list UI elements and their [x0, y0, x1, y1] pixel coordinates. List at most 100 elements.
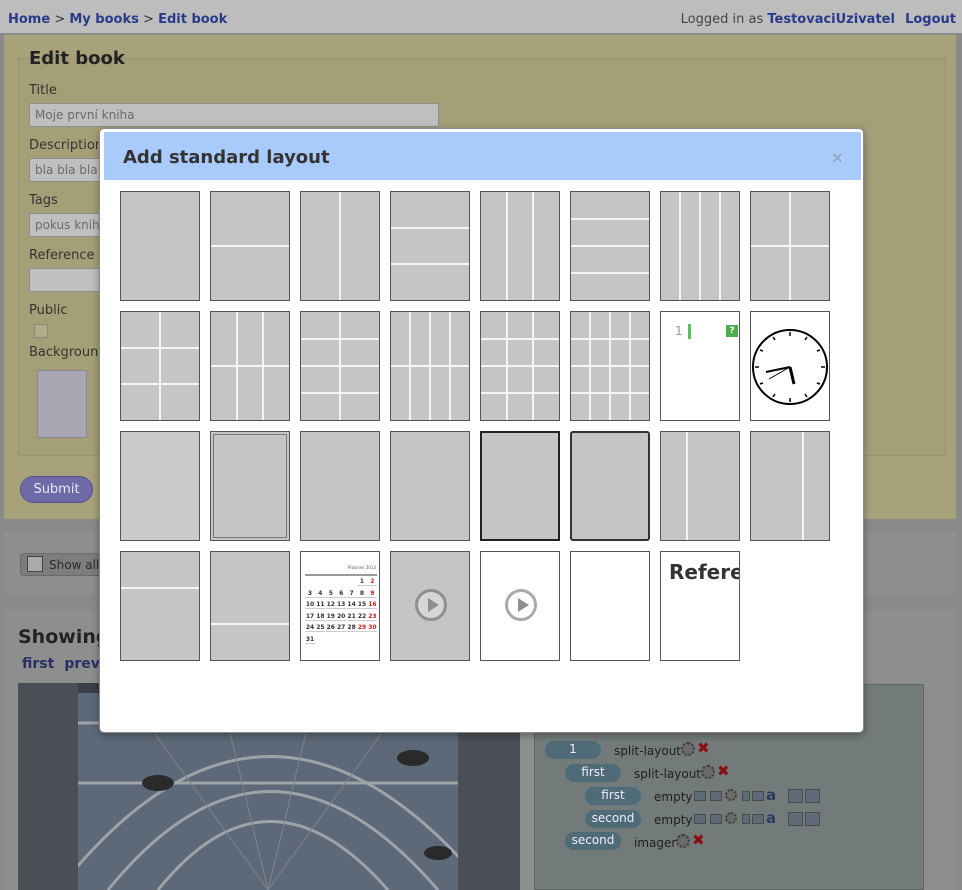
title-label: Title: [29, 83, 57, 98]
breadcrumb: Home > My books > Edit book: [8, 12, 227, 27]
breadcrumb-edit-book-link[interactable]: Edit book: [158, 12, 227, 27]
layout-option-border-rounded[interactable]: [570, 431, 650, 541]
layout-option-grid-3x2[interactable]: [210, 311, 290, 421]
layout-option-grid-4x2[interactable]: [390, 311, 470, 421]
layout-option-grid-3x4[interactable]: [480, 311, 560, 421]
settings-gear-icon[interactable]: [676, 834, 690, 848]
tree-node-name: empty: [654, 790, 693, 804]
breadcrumb-my-books-link[interactable]: My books: [69, 12, 139, 27]
image-type-icon[interactable]: [710, 791, 722, 801]
breadcrumb-separator: >: [54, 12, 66, 27]
calendar-day: 29: [357, 624, 367, 632]
calendar-day: 16: [367, 601, 378, 609]
logout-link[interactable]: Logout: [905, 12, 956, 27]
layout-option-footer[interactable]: [210, 551, 290, 661]
calendar-day: 28: [346, 624, 357, 632]
tree-node-pill[interactable]: 1: [545, 741, 601, 759]
close-icon[interactable]: ×: [831, 148, 844, 167]
background-label: Background: [29, 345, 107, 360]
tree-node-name: imager: [634, 836, 677, 850]
layout-option-rows-4[interactable]: [570, 191, 650, 301]
layout-option-blank[interactable]: [570, 551, 650, 661]
layout-option-grid-4x4[interactable]: [570, 311, 650, 421]
layout-option-video-white[interactable]: [480, 551, 560, 661]
layout-option-grid-2x3[interactable]: [120, 311, 200, 421]
public-checkbox[interactable]: [34, 324, 48, 338]
help-badge-icon: ?: [726, 325, 738, 337]
layout-option-framed[interactable]: [210, 431, 290, 541]
image-type-icon[interactable]: [710, 814, 722, 824]
document-type-icon[interactable]: [752, 814, 764, 824]
text-type-icon[interactable]: a: [766, 809, 776, 827]
layout-option-sidebar-right[interactable]: [750, 431, 830, 541]
calendar-day: 2: [367, 578, 378, 586]
layout-option-header[interactable]: [120, 551, 200, 661]
link-type-icon[interactable]: [742, 791, 750, 801]
clock-type-icon[interactable]: [725, 812, 737, 824]
image-type-icon[interactable]: [694, 791, 706, 801]
layout-option-code-editor[interactable]: 1 ?: [660, 311, 740, 421]
layout-type-icon[interactable]: [805, 789, 820, 803]
text-type-icon[interactable]: a: [766, 786, 776, 804]
layout-option-grid-2x4[interactable]: [300, 311, 380, 421]
tags-label: Tags: [29, 193, 58, 208]
dialog-title: Add standard layout: [123, 147, 330, 168]
layout-option-columns-3[interactable]: [480, 191, 560, 301]
calendar-day: 23: [367, 612, 378, 621]
layout-type-icon[interactable]: [805, 812, 820, 826]
breadcrumb-home-link[interactable]: Home: [8, 12, 50, 27]
clock-type-icon[interactable]: [725, 789, 737, 801]
calendar-day: 20: [336, 612, 347, 621]
layout-option-margin-none[interactable]: [390, 431, 470, 541]
tree-node-name: empty: [654, 813, 693, 827]
code-cursor-bar: [688, 324, 691, 339]
tree-node-pill[interactable]: second: [565, 832, 621, 850]
background-swatch[interactable]: [37, 370, 87, 438]
page-title: Edit book: [29, 48, 125, 69]
document-type-icon[interactable]: [752, 791, 764, 801]
content-type-toolbar: a: [694, 809, 822, 827]
settings-gear-icon[interactable]: [701, 765, 715, 779]
layout-option-margin-small[interactable]: [300, 431, 380, 541]
layout-option-single[interactable]: [120, 191, 200, 301]
layout-option-full-bleed[interactable]: [120, 431, 200, 541]
clock-icon: [752, 329, 828, 405]
layout-option-split-vertical-2[interactable]: [300, 191, 380, 301]
tree-node-pill[interactable]: second: [585, 810, 641, 828]
title-input[interactable]: Moje první kniha: [29, 103, 439, 127]
username-link[interactable]: TestovaciUzivatel: [767, 12, 895, 27]
calendar-title: Prosinec 2013: [347, 565, 376, 570]
layout-option-calendar[interactable]: Prosinec 2013 1 2 3 4 5 6 7 8 9 10 11 12 13 14 15 16 17 1…: [300, 551, 380, 661]
tree-node-pill[interactable]: first: [565, 764, 621, 782]
pager-first-link[interactable]: first: [22, 656, 54, 672]
image-type-icon[interactable]: [694, 814, 706, 824]
delete-icon[interactable]: ✖: [692, 833, 707, 848]
layout-type-icon[interactable]: [788, 812, 803, 826]
layout-option-sidebar-left[interactable]: [660, 431, 740, 541]
layout-option-grid-2x2[interactable]: [750, 191, 830, 301]
layout-type-icon[interactable]: [788, 789, 803, 803]
layout-option-columns-4[interactable]: [660, 191, 740, 301]
login-prefix: Logged in as: [680, 12, 764, 27]
top-bar: Home > My books > Edit book Logged in as…: [0, 0, 962, 33]
breadcrumb-separator: >: [143, 12, 154, 27]
settings-gear-icon[interactable]: [681, 742, 695, 756]
layout-option-border-thick[interactable]: [480, 431, 560, 541]
calendar-day: 13: [336, 601, 347, 609]
show-all-icon: [27, 556, 43, 572]
layout-option-video-gray[interactable]: [390, 551, 470, 661]
play-icon: [505, 589, 537, 621]
delete-icon[interactable]: ✖: [717, 764, 732, 779]
calendar-day: 8: [357, 590, 367, 598]
tree-node-pill[interactable]: first: [585, 787, 641, 805]
link-type-icon[interactable]: [742, 814, 750, 824]
calendar-day: 10: [305, 601, 315, 609]
layout-option-split-horizontal-2[interactable]: [210, 191, 290, 301]
layout-option-clock[interactable]: [750, 311, 830, 421]
delete-icon[interactable]: ✖: [697, 741, 712, 756]
layout-option-rows-3[interactable]: [390, 191, 470, 301]
layout-option-reference[interactable]: Referen: [660, 551, 740, 661]
submit-button[interactable]: Submit: [20, 476, 93, 503]
login-status: Logged in as TestovaciUzivatel Logout: [681, 12, 956, 27]
tree-node-name: split-layout: [614, 744, 682, 758]
